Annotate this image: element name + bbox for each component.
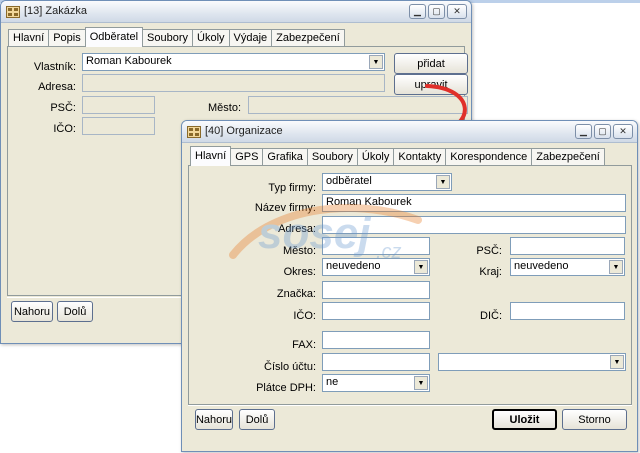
fax-input[interactable] — [322, 331, 430, 349]
window-title: [13] Zakázka — [24, 5, 87, 17]
tab-kontakty[interactable]: Kontakty — [393, 148, 447, 166]
window-icon — [6, 6, 20, 18]
company-name-label: Název firmy: — [254, 202, 316, 214]
account-input[interactable] — [322, 353, 430, 371]
address-field — [82, 74, 385, 92]
tab-odberatel[interactable]: Odběratel — [84, 27, 144, 47]
region-label: Kraj: — [479, 266, 502, 278]
bank-select[interactable]: ▼ — [438, 353, 626, 371]
ico-input[interactable] — [322, 302, 430, 320]
address-label: Adresa: — [278, 223, 316, 235]
region-value: neuvedeno — [514, 260, 569, 272]
up-button[interactable]: Nahoru — [195, 409, 233, 430]
dropdown-arrow-icon[interactable]: ▼ — [414, 376, 428, 390]
dic-label: DIČ: — [480, 310, 502, 322]
up-button[interactable]: Nahoru — [11, 301, 53, 322]
owner-combo[interactable]: Roman Kabourek ▼ — [82, 53, 385, 71]
zip-label: PSČ: — [50, 102, 76, 114]
tab-zabezpeceni[interactable]: Zabezpečení — [271, 29, 345, 47]
ico-field — [82, 117, 155, 135]
zakazka-titlebar[interactable]: [13] Zakázka ▁ ▢ ✕ — [1, 1, 471, 23]
company-type-value: odběratel — [326, 175, 372, 187]
city-label: Město: — [207, 102, 241, 114]
owner-label: Vlastník: — [33, 61, 76, 73]
add-button[interactable]: přidat — [394, 53, 468, 74]
tab-hlavni[interactable]: Hlavní — [190, 146, 232, 166]
district-value: neuvedeno — [326, 260, 381, 272]
minimize-icon[interactable]: ▁ — [575, 124, 592, 139]
tab-vydaje[interactable]: Výdaje — [228, 29, 273, 47]
tab-popis[interactable]: Popis — [48, 29, 86, 47]
brand-input[interactable] — [322, 281, 430, 299]
account-label: Číslo účtu: — [264, 361, 316, 373]
dropdown-arrow-icon[interactable]: ▼ — [436, 175, 450, 189]
owner-value: Roman Kabourek — [86, 55, 172, 67]
tab-korespondence[interactable]: Korespondence — [445, 148, 533, 166]
zip-field — [82, 96, 155, 114]
dropdown-arrow-icon[interactable]: ▼ — [369, 55, 383, 69]
dropdown-arrow-icon[interactable]: ▼ — [414, 260, 428, 274]
window-title: [40] Organizace — [205, 125, 283, 137]
organizace-titlebar[interactable]: [40] Organizace ▁ ▢ ✕ — [182, 121, 637, 143]
save-button[interactable]: Uložit — [492, 409, 557, 430]
window-icon — [187, 126, 201, 138]
district-select[interactable]: neuvedeno ▼ — [322, 258, 430, 276]
tab-soubory[interactable]: Soubory — [142, 29, 194, 47]
close-icon[interactable]: ✕ — [447, 4, 467, 19]
company-name-input[interactable]: Roman Kabourek — [322, 194, 626, 212]
divider — [188, 405, 632, 406]
tab-grafika[interactable]: Grafika — [262, 148, 308, 166]
organizace-window: [40] Organizace ▁ ▢ ✕ Hlavní GPS Grafika… — [181, 120, 638, 452]
zip-label: PSČ: — [476, 245, 502, 257]
region-select[interactable]: neuvedeno ▼ — [510, 258, 625, 276]
ico-label: IČO: — [53, 123, 76, 135]
tab-zabezpeceni[interactable]: Zabezpečení — [531, 148, 605, 166]
dic-input[interactable] — [510, 302, 625, 320]
tab-soubory[interactable]: Soubory — [306, 148, 358, 166]
fax-label: FAX: — [292, 339, 316, 351]
dropdown-arrow-icon[interactable]: ▼ — [610, 355, 624, 369]
down-button[interactable]: Dolů — [57, 301, 93, 322]
tab-hlavni[interactable]: Hlavní — [8, 29, 50, 47]
company-type-label: Typ firmy: — [268, 182, 316, 194]
down-button[interactable]: Dolů — [239, 409, 275, 430]
minimize-icon[interactable]: ▁ — [409, 4, 426, 19]
vat-label: Plátce DPH: — [256, 382, 316, 394]
maximize-icon[interactable]: ▢ — [428, 4, 445, 19]
tab-gps[interactable]: GPS — [230, 148, 264, 166]
zip-input[interactable] — [510, 237, 625, 255]
vat-value: ne — [326, 376, 339, 388]
cancel-button[interactable]: Storno — [562, 409, 627, 430]
ico-label: IČO: — [293, 310, 316, 322]
tab-ukoly[interactable]: Úkoly — [192, 29, 230, 47]
close-icon[interactable]: ✕ — [613, 124, 633, 139]
company-type-select[interactable]: odběratel ▼ — [322, 173, 452, 191]
brand-label: Značka: — [276, 288, 316, 300]
maximize-icon[interactable]: ▢ — [594, 124, 611, 139]
district-label: Okres: — [283, 266, 316, 278]
address-input[interactable] — [322, 216, 626, 234]
address-label: Adresa: — [38, 81, 76, 93]
tab-ukoly[interactable]: Úkoly — [356, 148, 395, 166]
vat-select[interactable]: ne ▼ — [322, 374, 430, 392]
city-input[interactable] — [322, 237, 430, 255]
dropdown-arrow-icon[interactable]: ▼ — [609, 260, 623, 274]
city-label: Město: — [282, 245, 316, 257]
